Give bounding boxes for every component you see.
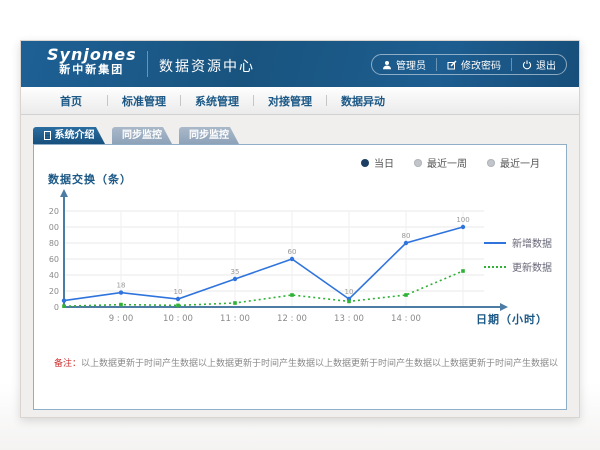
main-nav: 首页 标准管理 系统管理 对接管理 数据异动: [21, 87, 579, 115]
logo-brand-text: Synjones: [47, 46, 137, 64]
svg-text:40: 40: [49, 271, 59, 280]
document-icon: [44, 131, 51, 140]
legend-label: 新增数据: [512, 235, 552, 250]
radio-last-month[interactable]: 最近一月: [487, 155, 540, 170]
x-axis-title: 日期（小时）: [476, 311, 548, 327]
change-password-button[interactable]: 修改密码: [436, 58, 511, 71]
svg-text:10: 10: [345, 288, 354, 296]
radio-dot: [487, 159, 495, 167]
tab-sync-monitor-1[interactable]: 同步监控: [112, 127, 172, 144]
svg-text:10: 10: [174, 288, 183, 296]
user-label: 管理员: [396, 57, 426, 72]
svg-text:60: 60: [288, 248, 297, 256]
tab-sync-monitor-2[interactable]: 同步监控: [179, 127, 239, 144]
tab-label: 系统介绍: [55, 127, 95, 144]
radio-label: 最近一月: [500, 155, 540, 170]
radio-last-week[interactable]: 最近一周: [414, 155, 467, 170]
legend-item-update-data: 更新数据: [484, 259, 552, 274]
svg-text:35: 35: [231, 268, 240, 276]
footnote-prefix: 备注：: [54, 359, 81, 369]
nav-item-system-mgmt[interactable]: 系统管理: [181, 93, 253, 109]
legend-line-sample: [484, 266, 506, 268]
svg-text:14 : 00: 14 : 00: [391, 314, 421, 324]
svg-text:120: 120: [48, 207, 59, 216]
radio-label: 最近一周: [427, 155, 467, 170]
svg-text:13 : 00: 13 : 00: [334, 314, 364, 324]
legend-line-sample: [484, 242, 506, 244]
edit-icon: [447, 60, 457, 70]
radio-dot: [361, 159, 369, 167]
content-area: 系统介绍 同步监控 同步监控 当日: [21, 115, 579, 417]
logout-label: 退出: [536, 57, 556, 72]
footnote-text: 以上数据更新于时间产生数据以上数据更新于时间产生数据以上数据更新于时间产生数据以…: [81, 359, 558, 369]
footnote: 备注：以上数据更新于时间产生数据以上数据更新于时间产生数据以上数据更新于时间产生…: [54, 356, 558, 369]
radio-dot: [414, 159, 422, 167]
logo-company-name: 新中新集团: [47, 64, 137, 77]
user-button[interactable]: 管理员: [372, 58, 436, 71]
svg-text:0: 0: [54, 303, 59, 312]
radio-label: 当日: [374, 155, 394, 170]
app-header: Synjones 新中新集团 数据资源中心 管理员: [21, 41, 579, 87]
page-title: 数据资源中心: [159, 56, 255, 76]
svg-text:18: 18: [117, 282, 126, 290]
tab-label: 同步监控: [189, 127, 229, 144]
user-icon: [382, 60, 392, 70]
svg-text:9 : 00: 9 : 00: [109, 314, 134, 324]
svg-text:10 : 00: 10 : 00: [163, 314, 193, 324]
svg-text:100: 100: [456, 216, 469, 224]
chart-legend: 新增数据 更新数据: [484, 235, 552, 274]
tab-label: 同步监控: [122, 127, 162, 144]
tab-bar: 系统介绍 同步监控 同步监控: [33, 127, 239, 144]
y-axis-title: 数据交换（条）: [48, 171, 132, 187]
chart-panel: 当日 最近一周 最近一月 数据交换（条） 0 20 40 60 80 100 120 9 : …: [33, 144, 567, 410]
company-logo: Synjones 新中新集团: [47, 46, 137, 77]
app-window: Synjones 新中新集团 数据资源中心 管理员: [20, 40, 580, 418]
svg-text:20: 20: [49, 287, 59, 296]
time-range-filter: 当日 最近一周 最近一月: [361, 155, 540, 170]
svg-text:80: 80: [49, 239, 59, 248]
svg-text:11 : 00: 11 : 00: [220, 314, 250, 324]
nav-item-connect-mgmt[interactable]: 对接管理: [254, 93, 326, 109]
svg-text:100: 100: [48, 223, 59, 232]
legend-item-new-data: 新增数据: [484, 235, 552, 250]
svg-text:80: 80: [402, 232, 411, 240]
radio-today[interactable]: 当日: [361, 155, 394, 170]
user-menu: 管理员 修改密码 退出: [371, 54, 567, 75]
nav-item-standard-mgmt[interactable]: 标准管理: [108, 93, 180, 109]
page-background: Synjones 新中新集团 数据资源中心 管理员: [0, 0, 600, 450]
tab-system-intro[interactable]: 系统介绍: [33, 127, 105, 144]
nav-item-home[interactable]: 首页: [35, 93, 107, 109]
header-divider: [147, 51, 148, 77]
power-icon: [522, 60, 532, 70]
legend-label: 更新数据: [512, 259, 552, 274]
change-password-label: 修改密码: [461, 57, 501, 72]
svg-text:60: 60: [49, 255, 59, 264]
nav-item-data-change[interactable]: 数据异动: [327, 93, 399, 109]
logout-button[interactable]: 退出: [511, 58, 566, 71]
svg-text:12 : 00: 12 : 00: [277, 314, 307, 324]
